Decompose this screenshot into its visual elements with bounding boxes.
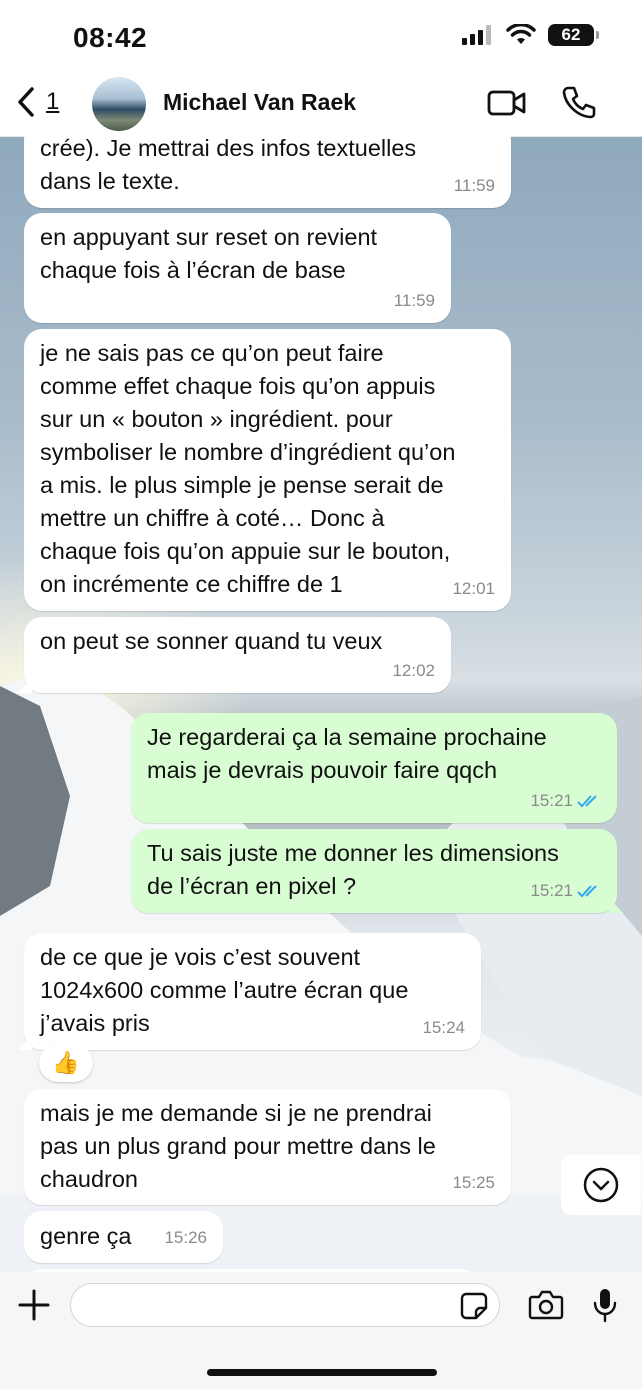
chat-header: 1 Michael Van Raek bbox=[0, 76, 642, 137]
message-time: 15:21 bbox=[530, 881, 573, 900]
message-time: 12:01 bbox=[452, 579, 495, 598]
message-text: Je regarderai ça la semaine prochaine ma… bbox=[147, 724, 547, 783]
status-time: 08:42 bbox=[73, 22, 148, 53]
message-bubble-outgoing[interactable]: Tu sais juste me donner les dimensions d… bbox=[131, 829, 623, 913]
home-indicator[interactable] bbox=[207, 1369, 437, 1376]
message-time: 15:21 bbox=[530, 791, 573, 810]
sticker-icon[interactable] bbox=[460, 1292, 488, 1320]
phone-call-icon[interactable] bbox=[562, 85, 596, 119]
message-bubble-incoming[interactable]: genre ça 15:26 bbox=[24, 1211, 223, 1263]
message-list[interactable]: crée). Je mettrai des infos textuelles d… bbox=[0, 136, 642, 1272]
message-bubble-incoming[interactable]: en appuyant sur reset on revient chaque … bbox=[24, 213, 451, 323]
message-bubble-outgoing[interactable]: Je regarderai ça la semaine prochaine ma… bbox=[131, 713, 617, 823]
thumbs-up-reaction[interactable]: 👍 bbox=[39, 1044, 93, 1082]
composer-bar bbox=[0, 1272, 642, 1389]
message-text: en appuyant sur reset on revient chaque … bbox=[40, 224, 378, 283]
scroll-to-bottom-button[interactable] bbox=[561, 1155, 641, 1215]
plus-icon[interactable] bbox=[18, 1289, 50, 1321]
message-bubble-incoming[interactable]: je ne sais pas ce qu’on peut faire comme… bbox=[24, 329, 511, 611]
message-time: 15:24 bbox=[422, 1018, 465, 1037]
message-bubble-incoming[interactable]: de ce que je vois c’est souvent 1024x600… bbox=[18, 933, 481, 1050]
message-bubble-incoming[interactable]: on peut se sonner quand tu veux 12:02 bbox=[18, 617, 451, 693]
wifi-icon bbox=[506, 24, 536, 44]
read-receipt-icon bbox=[577, 884, 597, 897]
message-text: de ce que je vois c’est souvent 1024x600… bbox=[40, 944, 409, 1036]
unread-count: 1 bbox=[46, 88, 60, 115]
message-time: 11:59 bbox=[453, 176, 495, 195]
contact-name[interactable]: Michael Van Raek bbox=[163, 89, 356, 116]
message-time: 11:59 bbox=[393, 291, 435, 310]
signal-icon bbox=[462, 25, 491, 45]
message-time: 15:26 bbox=[164, 1228, 207, 1247]
message-text: on peut se sonner quand tu veux bbox=[40, 628, 383, 654]
message-text: je ne sais pas ce qu’on peut faire comme… bbox=[40, 340, 456, 597]
microphone-icon[interactable] bbox=[592, 1287, 618, 1323]
message-bubble-incoming[interactable]: mais je me demande si je ne prendrai pas… bbox=[24, 1089, 511, 1205]
message-time: 15:25 bbox=[452, 1173, 495, 1192]
status-bar: 08:42 62 bbox=[0, 0, 642, 76]
message-text: crée). Je mettrai des infos textuelles d… bbox=[40, 136, 417, 194]
back-button[interactable]: 1 bbox=[16, 86, 59, 118]
message-time: 12:02 bbox=[392, 661, 435, 680]
chevron-down-icon bbox=[583, 1167, 619, 1203]
contact-avatar[interactable] bbox=[92, 77, 146, 131]
camera-icon[interactable] bbox=[528, 1290, 564, 1320]
message-bubble-incoming[interactable]: crée). Je mettrai des infos textuelles d… bbox=[24, 136, 511, 208]
message-text: mais je me demande si je ne prendrai pas… bbox=[40, 1100, 436, 1192]
battery-indicator: 62 bbox=[548, 24, 599, 46]
chevron-left-icon bbox=[18, 87, 34, 117]
message-input[interactable] bbox=[70, 1283, 500, 1327]
video-call-icon[interactable] bbox=[487, 88, 527, 118]
read-receipt-icon bbox=[577, 794, 597, 807]
